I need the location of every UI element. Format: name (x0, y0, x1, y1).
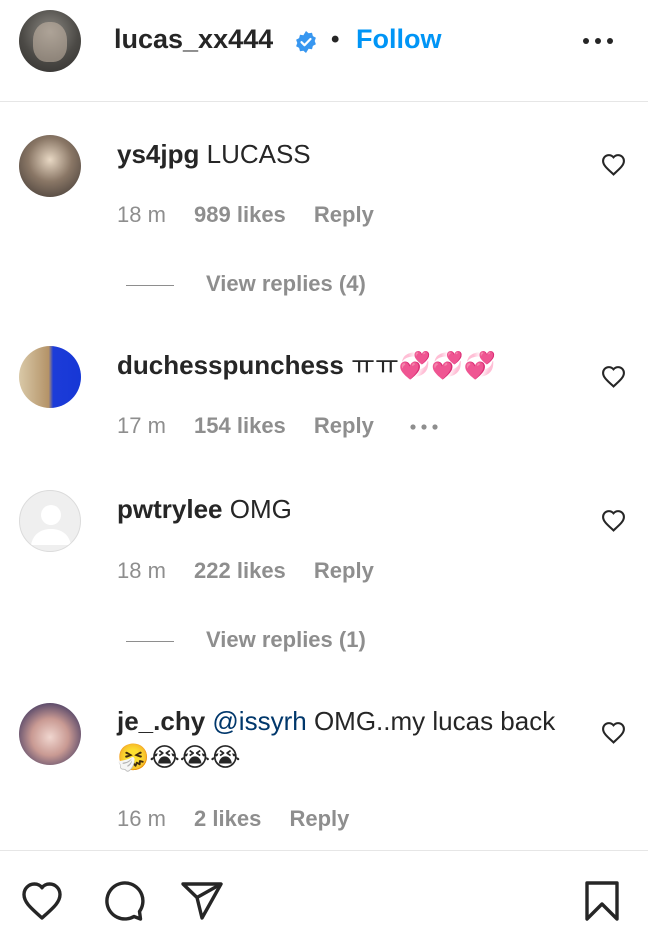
comment-text: duchesspunchess ㅠㅠ💞💞💞 (117, 347, 587, 383)
separator-dot: • (331, 26, 340, 53)
view-replies-button[interactable]: View replies (1) (126, 627, 366, 653)
like-heart-icon[interactable] (601, 153, 626, 176)
comment-body: OMG (229, 494, 292, 524)
comment-meta: 16 m 2 likes Reply (117, 806, 371, 832)
commenter-avatar[interactable] (19, 346, 81, 408)
more-options-icon[interactable] (408, 422, 440, 432)
like-heart-icon[interactable] (601, 365, 626, 388)
comment-meta: 17 m 154 likes Reply (117, 413, 440, 439)
commenter-avatar[interactable] (19, 703, 81, 765)
share-icon[interactable] (180, 880, 224, 922)
comment-time: 18 m (117, 558, 166, 583)
comment-meta: 18 m 222 likes Reply (117, 558, 396, 584)
comment-time: 17 m (117, 413, 166, 438)
follow-button[interactable]: Follow (356, 24, 441, 55)
reply-button[interactable]: Reply (314, 558, 374, 583)
comment-time: 18 m (117, 202, 166, 227)
post-actions-bar (0, 850, 648, 942)
divider-line (126, 640, 174, 642)
comment-likes[interactable]: 222 likes (194, 558, 286, 583)
comment-icon[interactable] (101, 880, 145, 922)
person-silhouette-icon (31, 505, 71, 545)
comment-username[interactable]: ys4jpg (117, 139, 199, 169)
comment-username[interactable]: je_.chy (117, 706, 205, 736)
like-heart-icon[interactable] (601, 721, 626, 744)
comment-likes[interactable]: 2 likes (194, 806, 261, 831)
default-avatar-icon[interactable] (19, 490, 81, 552)
divider-line (126, 284, 174, 286)
like-heart-icon[interactable] (601, 509, 626, 532)
reply-button[interactable]: Reply (314, 413, 374, 438)
reply-button[interactable]: Reply (289, 806, 349, 831)
comment-likes[interactable]: 989 likes (194, 202, 286, 227)
heart-icon[interactable] (19, 880, 65, 922)
view-replies-label: View replies (4) (206, 271, 366, 296)
comment-likes[interactable]: 154 likes (194, 413, 286, 438)
more-options-icon[interactable] (580, 32, 616, 50)
view-replies-label: View replies (1) (206, 627, 366, 652)
post-header: lucas_xx444 • Follow (0, 0, 648, 102)
comment-body: LUCASS (206, 139, 311, 169)
comment-mention[interactable]: @issyrh (212, 706, 306, 736)
bookmark-icon[interactable] (582, 880, 622, 922)
avatar[interactable] (19, 10, 81, 72)
commenter-avatar[interactable] (19, 135, 81, 197)
reply-button[interactable]: Reply (314, 202, 374, 227)
comment-body: ㅠㅠ💞💞💞 (351, 350, 497, 380)
comment-meta: 18 m 989 likes Reply (117, 202, 396, 228)
comment-time: 16 m (117, 806, 166, 831)
comment-username[interactable]: duchesspunchess (117, 350, 344, 380)
verified-badge-icon (296, 31, 316, 53)
comment-text: je_.chy @issyrh OMG..my lucas back🤧😭😭😭 (117, 703, 587, 775)
comment-text: ys4jpg LUCASS (117, 136, 587, 172)
comment-username[interactable]: pwtrylee (117, 494, 223, 524)
comment-text: pwtrylee OMG (117, 491, 587, 527)
view-replies-button[interactable]: View replies (4) (126, 271, 366, 297)
header-username[interactable]: lucas_xx444 (114, 24, 273, 55)
